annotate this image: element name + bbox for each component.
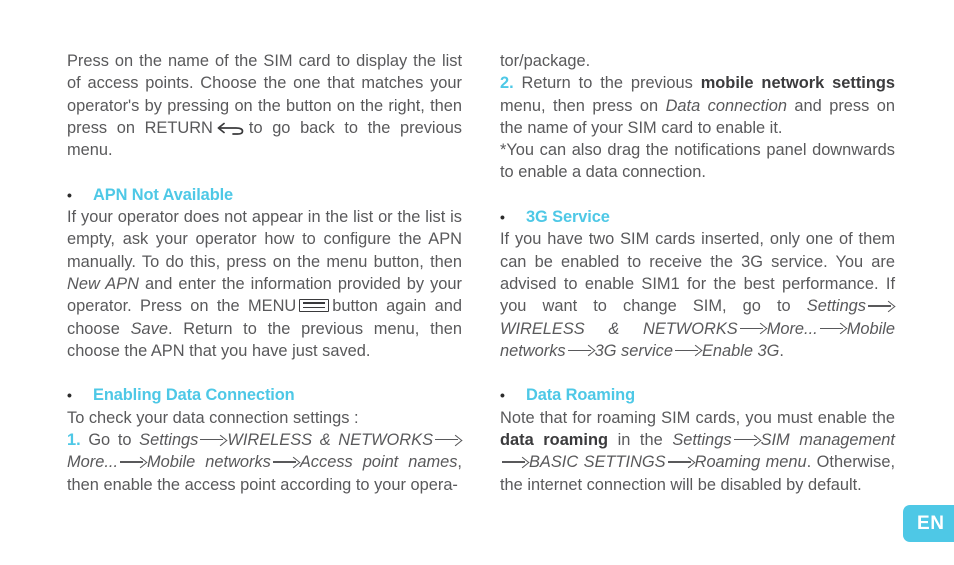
step-2-text-mid: menu, then press on (500, 96, 666, 115)
bullet-icon: • (500, 209, 505, 226)
step-2-paragraph: 2. Return to the previous mobile network… (500, 72, 895, 139)
path-segment-access-point-names: Access point names (299, 453, 458, 472)
step-2-text-pre: Return to the previous (513, 74, 701, 93)
menu-key-icon (299, 299, 330, 313)
language-badge-label: EN (917, 512, 945, 534)
left-column: Press on the name of the SIM card to dis… (67, 50, 462, 496)
arrow-right-icon (567, 346, 593, 355)
heading-enabling-data-connection: • Enabling Data Connection (67, 384, 462, 406)
language-badge[interactable]: EN (903, 505, 954, 542)
bullet-icon: • (67, 387, 72, 404)
path-segment-basic-settings: BASIC SETTINGS (529, 453, 666, 472)
arrow-right-icon (739, 324, 765, 333)
apn-body-paragraph: If your operator does not appear in the … (67, 206, 462, 362)
path-segment-settings: Settings (806, 297, 866, 316)
3g-service-body: If you have two SIM cards inserted, only… (500, 228, 895, 362)
path-segment-sim-management: SIM management (760, 431, 895, 450)
arrow-right-icon (200, 435, 225, 444)
data-connection-step-1: 1. Go to Settings WIRELESS & NETWORKS More… (67, 429, 462, 496)
return-key-icon (216, 121, 246, 135)
path-segment-settings: Settings (139, 431, 199, 450)
data-roaming-body: Note that for roaming SIM cards, you mus… (500, 407, 895, 496)
arrow-right-icon (674, 346, 700, 355)
arrow-right-icon (667, 457, 693, 466)
roaming-body-pre: Note that for roaming SIM cards, you mus… (500, 408, 895, 427)
path-segment-roaming-menu: Roaming menu (694, 453, 807, 472)
heading-data-roaming: • Data Roaming (500, 384, 895, 406)
path-segment-3g-service: 3G service (594, 341, 673, 360)
step-number-2: 2. (500, 74, 514, 93)
right-column: tor/package. 2. Return to the previous m… (500, 50, 895, 496)
arrow-right-icon (120, 457, 145, 466)
step-2-italic-data-connection: Data connection (665, 96, 787, 115)
roaming-text-mid: in the (607, 431, 673, 450)
path-segment-more: More... (766, 319, 818, 338)
heading-apn-label: APN Not Available (93, 185, 234, 204)
arrow-right-icon (868, 301, 893, 310)
data-connection-intro-line: To check your data connection settings : (67, 408, 359, 427)
continuation-line: tor/package. (500, 52, 591, 70)
path-segment-mobile-networks: Mobile networks (147, 453, 271, 472)
arrow-right-icon (733, 435, 759, 444)
arrow-right-icon (819, 324, 845, 333)
apn-body-part1: If your operator does not appear in the … (67, 208, 462, 271)
apn-italic-save: Save (130, 319, 168, 338)
heading-3g-service-label: 3G Service (526, 208, 610, 227)
path-segment-enable-3g: Enable 3G (701, 341, 780, 360)
3g-body-post: . (779, 341, 784, 360)
heading-enabling-data-connection-label: Enabling Data Connection (93, 386, 295, 405)
heading-apn-not-available: • APN Not Available (67, 184, 462, 206)
intro-paragraph: Press on the name of the SIM card to dis… (67, 50, 462, 161)
roaming-bold-data-roaming: data roaming (500, 431, 608, 450)
notifications-panel-note: *You can also drag the notifications pan… (500, 141, 895, 182)
step-number-1: 1. (67, 431, 81, 450)
path-segment-settings: Settings (672, 431, 732, 450)
arrow-right-icon (272, 457, 298, 466)
heading-3g-service: • 3G Service (500, 206, 895, 228)
apn-italic-new-apn: New APN (67, 274, 139, 293)
bullet-icon: • (500, 387, 505, 404)
arrow-right-icon (435, 435, 460, 444)
arrow-right-icon (502, 457, 527, 466)
manual-page: Press on the name of the SIM card to dis… (0, 0, 954, 565)
bullet-icon: • (67, 186, 72, 203)
path-segment-wireless-networks: WIRELESS & NETWORKS (500, 319, 738, 338)
path-segment-wireless-networks: WIRELESS & NETWORKS (227, 431, 433, 450)
heading-data-roaming-label: Data Roaming (526, 386, 635, 405)
step-1-text-pre: Go to (80, 431, 140, 450)
path-segment-more: More... (67, 453, 119, 472)
step-2-bold-mobile-network-settings: mobile network settings (700, 74, 895, 93)
